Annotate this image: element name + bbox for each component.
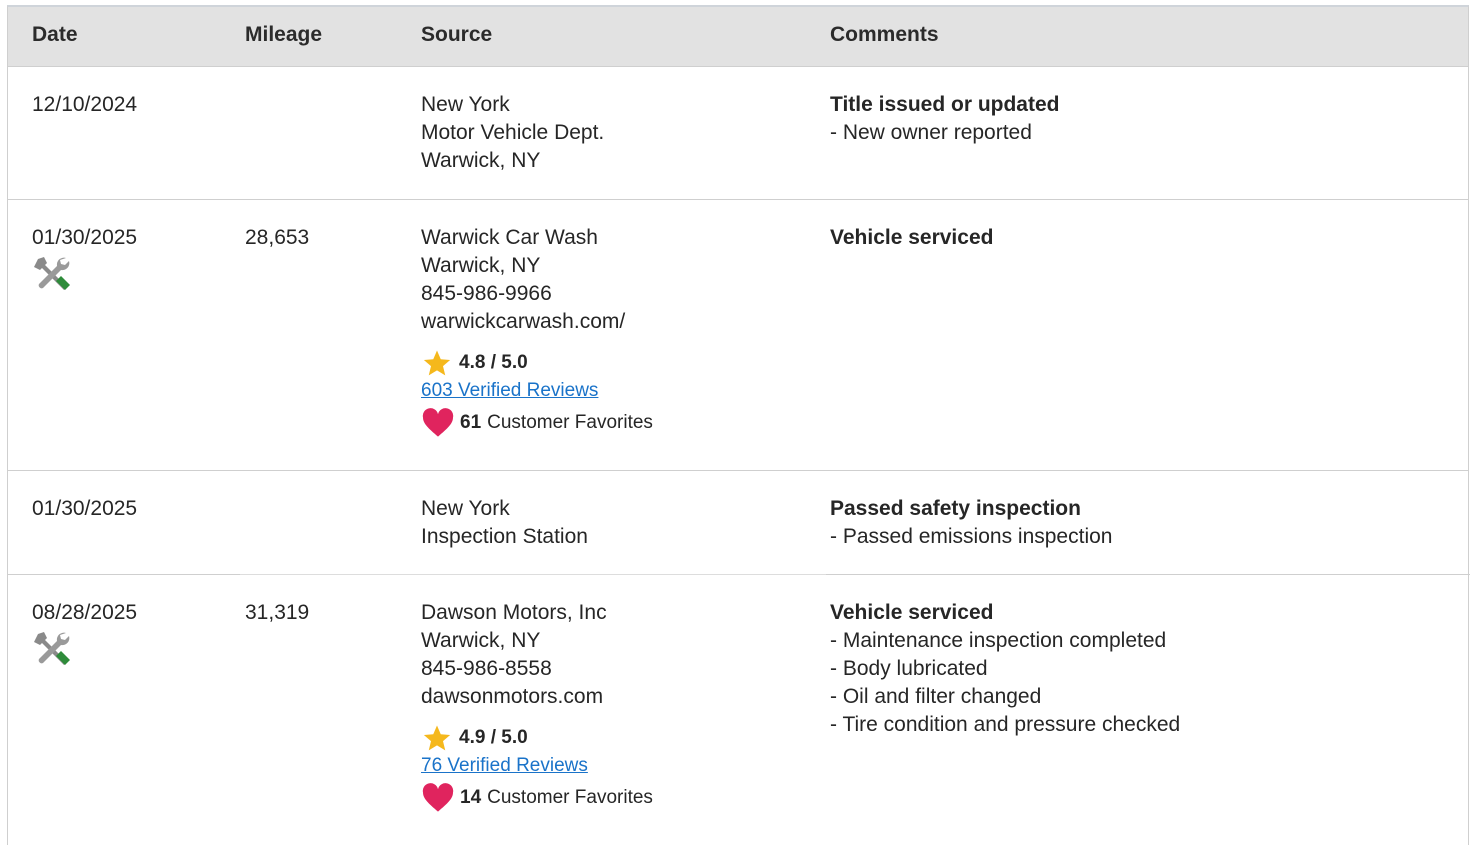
record-date: 12/10/2024 bbox=[32, 93, 138, 116]
record-date: 01/30/2025 bbox=[32, 226, 138, 249]
vehicle-history-table: Date Mileage Source Comments 12/10/2024 … bbox=[7, 5, 1470, 847]
table-row: 12/10/2024 New York Motor Vehicle Dept. … bbox=[8, 67, 1468, 200]
comment-item: - Body lubricated bbox=[830, 657, 988, 680]
record-comments: Passed safety inspection - Passed emissi… bbox=[830, 495, 1112, 551]
source-line: New York bbox=[421, 93, 510, 116]
comment-item: - Maintenance inspection completed bbox=[830, 629, 1167, 652]
wrench-screwdriver-icon bbox=[34, 257, 70, 290]
comment-item: - New owner reported bbox=[830, 121, 1032, 144]
record-mileage: 31,319 bbox=[245, 601, 310, 624]
comment-item: - Tire condition and pressure checked bbox=[830, 713, 1181, 736]
table-row: 08/28/2025 31,319 Dawson Motors, Inc War… bbox=[8, 575, 1468, 847]
record-source: New York Motor Vehicle Dept. Warwick, NY bbox=[421, 91, 604, 175]
customer-favorites: 61 Customer Favorites bbox=[421, 408, 653, 438]
source-line: dawsonmotors.com bbox=[421, 685, 604, 708]
favorites-label: Customer Favorites bbox=[487, 412, 653, 433]
record-comments: Title issued or updated - New owner repo… bbox=[830, 91, 1059, 147]
source-line: Warwick, NY bbox=[421, 629, 541, 652]
record-date: 01/30/2025 bbox=[32, 497, 138, 520]
rating-value: 4.8 / 5.0 bbox=[459, 352, 528, 373]
column-header-source[interactable]: Source bbox=[421, 23, 492, 47]
verified-reviews-link[interactable]: 76 Verified Reviews bbox=[421, 753, 653, 779]
rating: 4.9 / 5.0 bbox=[421, 723, 653, 753]
star-icon bbox=[423, 725, 451, 751]
record-date: 08/28/2025 bbox=[32, 601, 138, 624]
table-row: 01/30/2025 28,653 Warwick Car Wash Warwi… bbox=[8, 200, 1468, 470]
source-line: New York bbox=[421, 497, 510, 520]
record-source: Warwick Car Wash Warwick, NY 845-986-996… bbox=[421, 224, 653, 438]
comment-title: Vehicle serviced bbox=[830, 226, 994, 249]
record-date-cell: 08/28/2025 bbox=[32, 599, 137, 671]
star-icon bbox=[423, 350, 451, 376]
column-header-mileage[interactable]: Mileage bbox=[245, 23, 322, 47]
record-comments: Vehicle serviced bbox=[830, 224, 993, 252]
source-line: warwickcarwash.com/ bbox=[421, 310, 626, 333]
favorites-count: 61 bbox=[460, 412, 482, 433]
record-mileage: 28,653 bbox=[245, 226, 310, 249]
rating: 4.8 / 5.0 bbox=[421, 348, 653, 378]
heart-icon bbox=[422, 783, 454, 812]
column-header-date[interactable]: Date bbox=[32, 23, 78, 47]
table-row: 01/30/2025 New York Inspection Station P… bbox=[8, 471, 1468, 575]
record-source: Dawson Motors, Inc Warwick, NY 845-986-8… bbox=[421, 599, 653, 813]
source-line: Inspection Station bbox=[421, 525, 588, 548]
source-line: 845-986-9966 bbox=[421, 282, 552, 305]
source-line: Dawson Motors, Inc bbox=[421, 601, 607, 624]
record-comments: Vehicle serviced - Maintenance inspectio… bbox=[830, 599, 1180, 739]
favorites-label: Customer Favorites bbox=[487, 787, 653, 808]
verified-reviews-link[interactable]: 603 Verified Reviews bbox=[421, 378, 653, 404]
comment-title: Title issued or updated bbox=[830, 93, 1060, 116]
source-line: Motor Vehicle Dept. bbox=[421, 121, 605, 144]
comment-title: Passed safety inspection bbox=[830, 497, 1081, 520]
heart-icon bbox=[422, 408, 454, 437]
customer-favorites: 14 Customer Favorites bbox=[421, 783, 653, 813]
comment-item: - Oil and filter changed bbox=[830, 685, 1042, 708]
comment-item: - Passed emissions inspection bbox=[830, 525, 1113, 548]
table-header: Date Mileage Source Comments bbox=[8, 7, 1468, 67]
record-date-cell: 01/30/2025 bbox=[32, 224, 137, 296]
favorites-count: 14 bbox=[460, 787, 482, 808]
rating-value: 4.9 / 5.0 bbox=[459, 727, 528, 748]
source-line: Warwick, NY bbox=[421, 149, 541, 172]
record-source: New York Inspection Station bbox=[421, 495, 588, 551]
comment-title: Vehicle serviced bbox=[830, 601, 994, 624]
source-line: Warwick, NY bbox=[421, 254, 541, 277]
wrench-screwdriver-icon bbox=[34, 632, 70, 665]
source-line: 845-986-8558 bbox=[421, 657, 552, 680]
column-header-comments[interactable]: Comments bbox=[830, 23, 939, 47]
source-line: Warwick Car Wash bbox=[421, 226, 598, 249]
